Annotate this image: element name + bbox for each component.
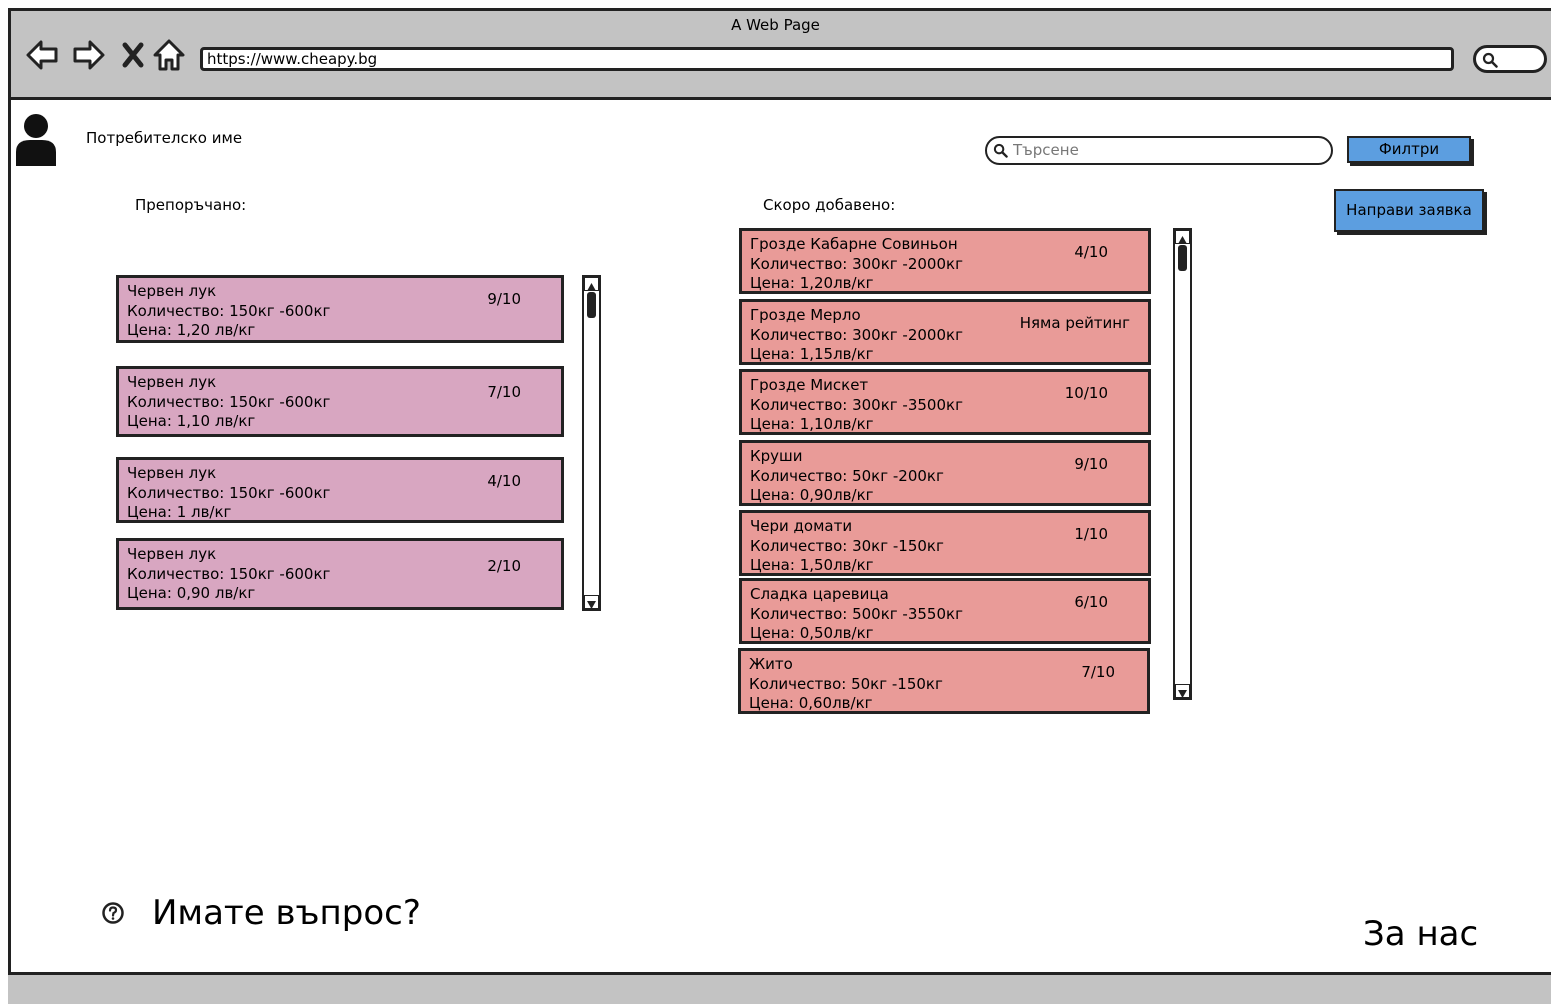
item-price: Цена: 0,90лв/кг	[750, 486, 874, 504]
item-price: Цена: 1,10 лв/кг	[127, 412, 256, 430]
recent-item[interactable]: Жито Количество: 50кг -150кг Цена: 0,60л…	[738, 648, 1150, 714]
user-avatar-icon[interactable]	[14, 112, 58, 166]
recent-label: Скоро добавено:	[763, 196, 896, 214]
window-title: A Web Page	[731, 16, 820, 34]
question-icon	[102, 902, 124, 924]
item-price: Цена: 0,90 лв/кг	[127, 584, 256, 602]
browser-search-box[interactable]	[1473, 45, 1547, 73]
item-price: Цена: 1 лв/кг	[127, 503, 232, 521]
item-price: Цена: 1,20 лв/кг	[127, 321, 256, 339]
browser-status-bar	[8, 972, 1551, 1004]
scroll-down-icon[interactable]	[1175, 684, 1190, 698]
recommended-item[interactable]: Червен лук Количество: 150кг -600кг Цена…	[116, 457, 564, 523]
recent-item[interactable]: Сладка царевица Количество: 500кг -3550к…	[739, 578, 1151, 644]
recommended-item[interactable]: Червен лук Количество: 150кг -600кг Цена…	[116, 275, 564, 343]
item-price: Цена: 0,50лв/кг	[750, 624, 874, 642]
scroll-down-icon[interactable]	[584, 595, 599, 609]
item-rating: 9/10	[1074, 455, 1108, 473]
recommended-item[interactable]: Червен лук Количество: 150кг -600кг Цена…	[116, 366, 564, 437]
item-rating: 1/10	[1074, 525, 1108, 543]
item-rating: 9/10	[487, 290, 521, 308]
make-request-button[interactable]: Направи заявка	[1334, 189, 1484, 232]
help-text: Имате въпрос?	[152, 893, 421, 933]
item-price: Цена: 0,60лв/кг	[749, 694, 873, 712]
url-bar[interactable]: https://www.cheapy.bg	[200, 47, 1454, 71]
recent-scrollbar[interactable]	[1173, 228, 1192, 700]
recent-item[interactable]: Круши Количество: 50кг -200кг Цена: 0,90…	[739, 440, 1151, 506]
recent-item[interactable]: Грозде Кабарне Совиньон Количество: 300к…	[739, 228, 1151, 294]
recommended-item[interactable]: Червен лук Количество: 150кг -600кг Цена…	[116, 538, 564, 610]
item-rating: 2/10	[487, 557, 521, 575]
recent-item[interactable]: Грозде Мерло Количество: 300кг -2000кг Ц…	[739, 299, 1151, 365]
scroll-thumb[interactable]	[1178, 245, 1187, 271]
recent-item[interactable]: Чери домати Количество: 30кг -150кг Цена…	[739, 510, 1151, 576]
item-rating: 4/10	[487, 472, 521, 490]
scroll-thumb[interactable]	[587, 292, 596, 318]
search-icon	[993, 143, 1008, 158]
about-link[interactable]: За нас	[1363, 914, 1478, 954]
item-rating: 4/10	[1074, 243, 1108, 261]
recommended-label: Препоръчано:	[135, 196, 247, 214]
username-label[interactable]: Потребителско име	[86, 129, 242, 147]
item-rating: 6/10	[1074, 593, 1108, 611]
search-icon	[1482, 52, 1498, 68]
item-rating: 10/10	[1064, 384, 1108, 402]
search-input[interactable]	[1013, 140, 1313, 160]
recent-item[interactable]: Грозде Мискет Количество: 300кг -3500кг …	[739, 369, 1151, 435]
item-price: Цена: 1,15лв/кг	[750, 345, 874, 363]
recommended-scrollbar[interactable]	[582, 275, 601, 611]
item-rating: 7/10	[487, 383, 521, 401]
back-icon[interactable]	[25, 38, 59, 72]
filter-button[interactable]: Филтри	[1347, 136, 1471, 163]
item-price: Цена: 1,10лв/кг	[750, 415, 874, 433]
help-link[interactable]: Имате въпрос?	[100, 893, 421, 933]
scroll-up-icon[interactable]	[1175, 230, 1190, 244]
item-rating: 7/10	[1081, 663, 1115, 681]
forward-icon[interactable]	[72, 38, 106, 72]
stop-icon[interactable]	[116, 38, 150, 72]
item-price: Цена: 1,50лв/кг	[750, 556, 874, 574]
search-input-box[interactable]	[985, 136, 1333, 165]
item-price: Цена: 1,20лв/кг	[750, 274, 874, 292]
scroll-up-icon[interactable]	[584, 277, 599, 291]
item-rating: Няма рейтинг	[1019, 314, 1130, 332]
home-icon[interactable]	[152, 38, 186, 72]
